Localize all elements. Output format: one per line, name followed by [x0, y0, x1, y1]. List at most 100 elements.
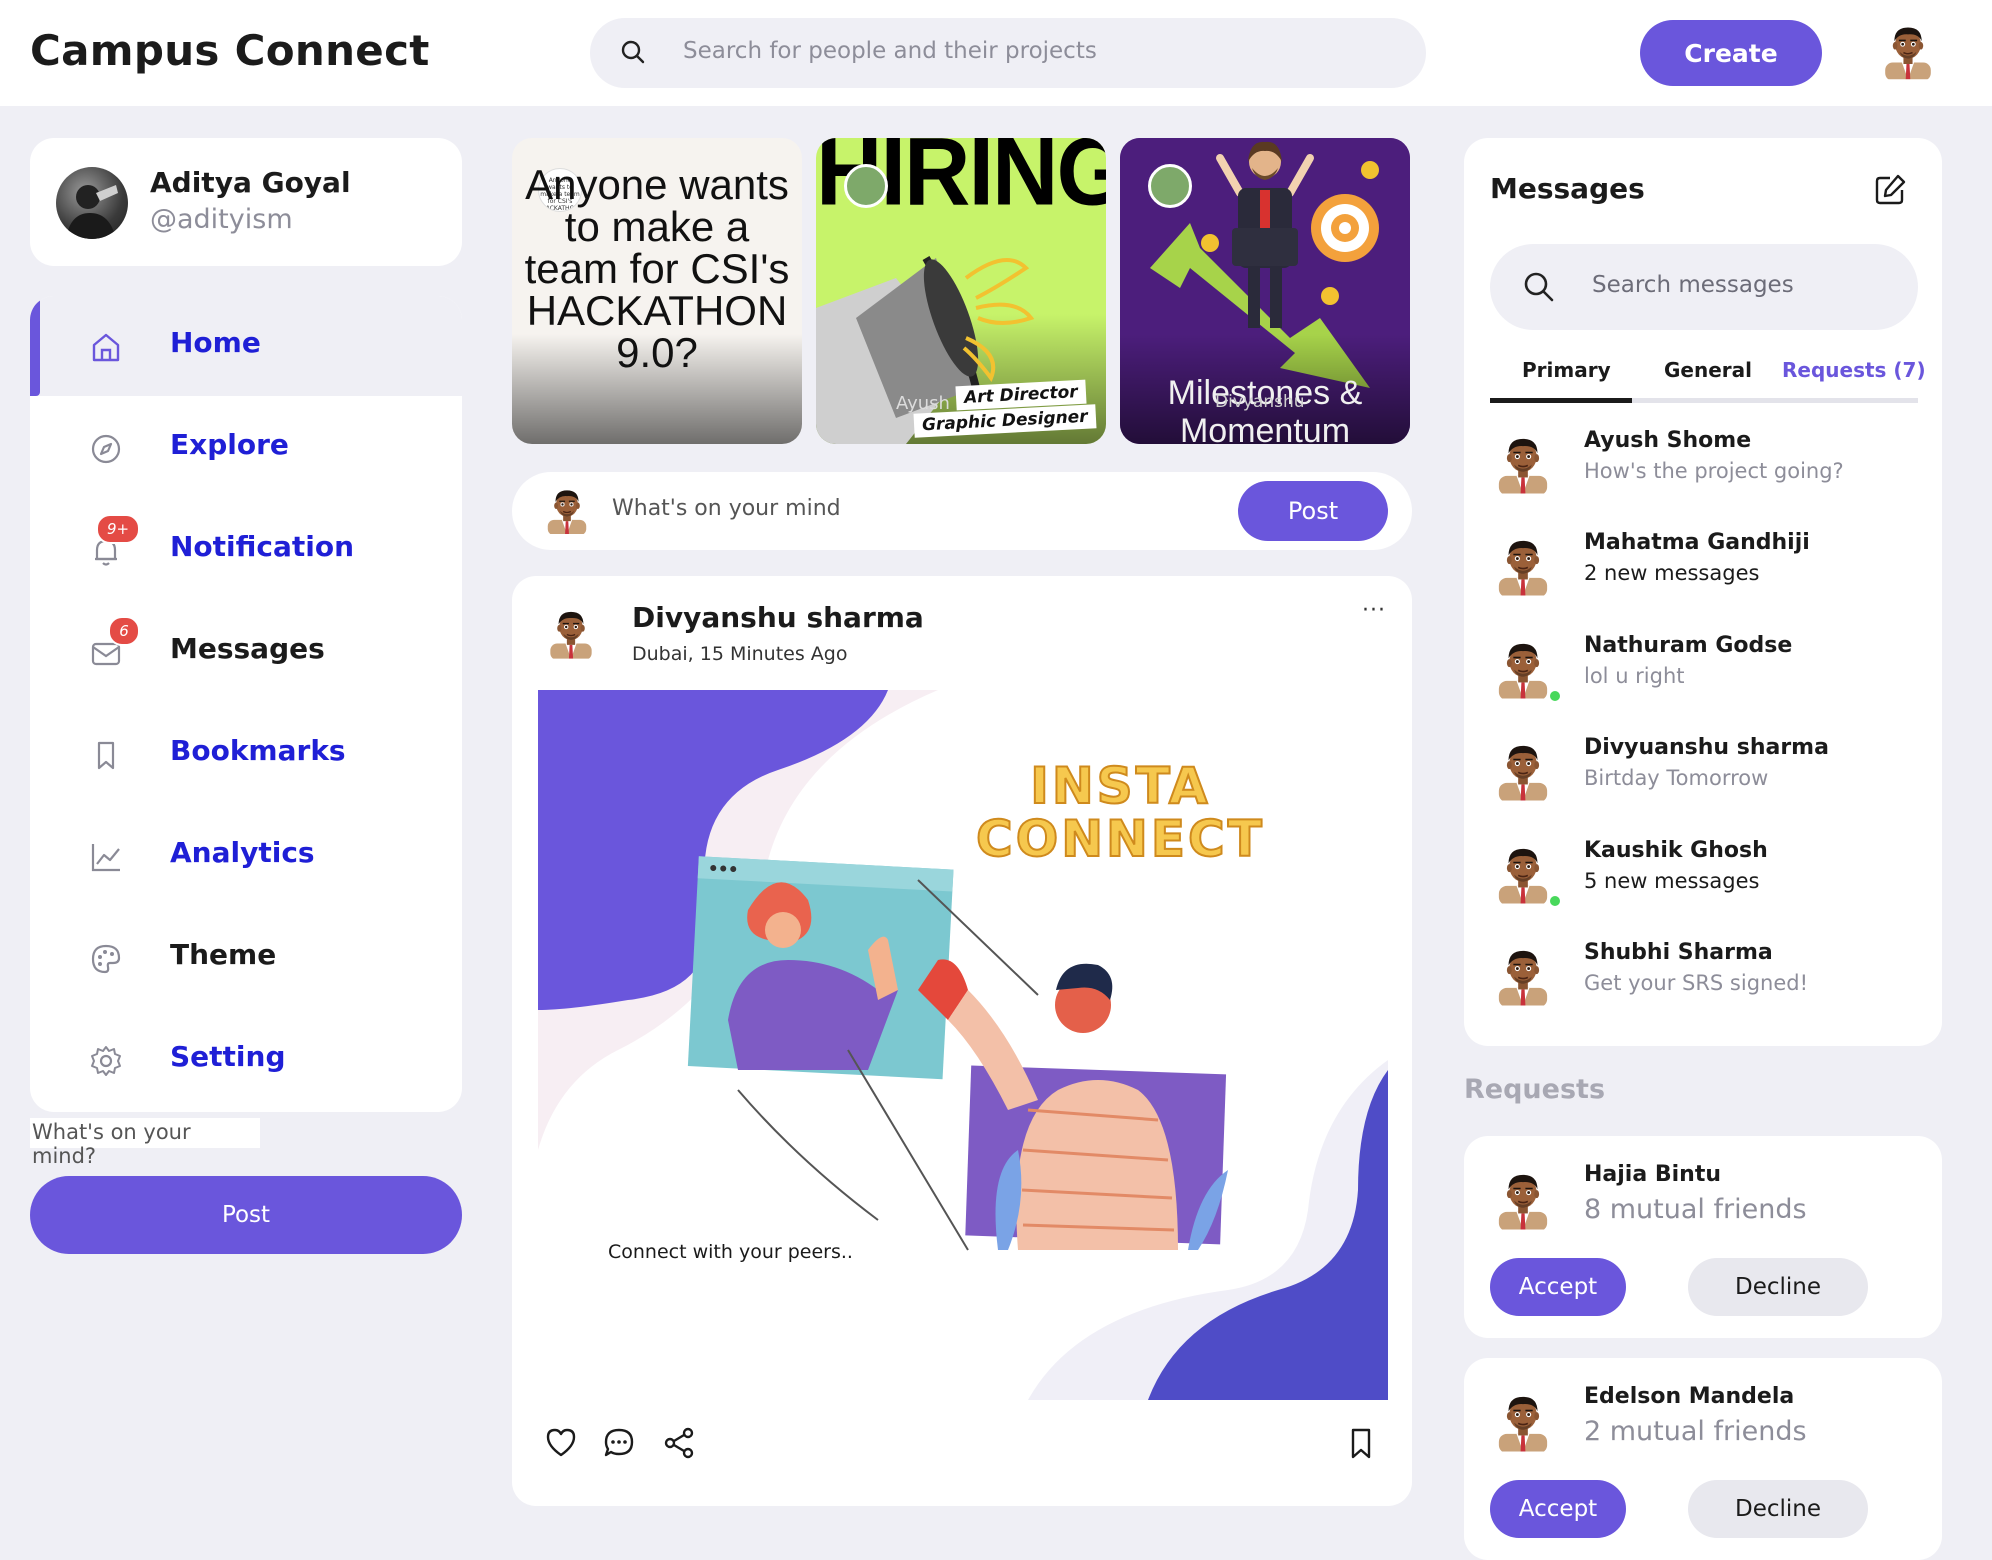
message-row[interactable]: Ayush Shome How's the project going? — [1490, 422, 1920, 512]
post-more-button[interactable]: ··· — [1362, 598, 1386, 623]
profile-card[interactable]: Aditya Goyal @adityism — [30, 138, 462, 266]
message-preview: 2 new messages — [1584, 561, 1760, 585]
tab-requests[interactable]: Requests (7) — [1782, 358, 1926, 382]
sidebar-item-label: Analytics — [170, 836, 315, 869]
edit-icon[interactable] — [1872, 172, 1908, 212]
search-icon — [1522, 270, 1556, 308]
compass-icon — [88, 431, 124, 467]
request-mutual: 2 mutual friends — [1584, 1416, 1807, 1447]
avatar — [1490, 729, 1556, 811]
messages-panel: Messages Search messages Primary General… — [1464, 138, 1942, 1046]
avatar — [1490, 832, 1556, 914]
share-icon[interactable] — [662, 1426, 696, 1464]
sidebar-item-theme[interactable]: Theme — [30, 908, 462, 1008]
create-button[interactable]: Create — [1640, 20, 1822, 86]
composer-input[interactable]: What's on your mind — [612, 496, 841, 521]
message-sender: Divyuanshu sharma — [1584, 735, 1829, 760]
sidebar-nav: Home Explore 9+ Notification 6 Messages … — [30, 296, 462, 1112]
bookmark-icon[interactable] — [1344, 1426, 1378, 1464]
composer-avatar — [540, 480, 594, 542]
request-mutual: 8 mutual friends — [1584, 1194, 1807, 1225]
story-card[interactable]: Anyone wants to make a team for CSI's HA… — [512, 138, 802, 444]
avatar — [1490, 1158, 1556, 1240]
post-meta: Dubai, 15 Minutes Ago — [632, 643, 848, 665]
request-name: Hajia Bintu — [1584, 1162, 1721, 1187]
app-logo[interactable]: Campus Connect — [30, 26, 430, 75]
sidebar-item-messages[interactable]: 6 Messages — [30, 602, 462, 702]
comment-icon[interactable] — [602, 1426, 636, 1464]
message-sender: Mahatma Gandhiji — [1584, 530, 1810, 555]
message-sender: Kaushik Ghosh — [1584, 838, 1768, 863]
left-composer-label[interactable]: What's on your mind? — [30, 1118, 260, 1168]
composer-post-button[interactable]: Post — [1238, 481, 1388, 541]
palette-icon — [88, 941, 124, 977]
decline-button[interactable]: Decline — [1688, 1480, 1868, 1538]
sidebar-item-analytics[interactable]: Analytics — [30, 806, 462, 906]
story-text: Anyone wants to make a team for CSI's HA… — [524, 161, 790, 376]
profile-photo — [56, 167, 128, 239]
tab-active-underline — [1490, 398, 1632, 403]
post-author-name[interactable]: Divyanshu sharma — [632, 601, 924, 634]
message-preview: lol u right — [1584, 664, 1685, 688]
sidebar-item-label: Explore — [170, 428, 289, 461]
message-preview: How's the project going? — [1584, 459, 1844, 483]
search-placeholder: Search for people and their projects — [683, 38, 1097, 64]
post-image-title-2: CONNECT — [975, 809, 1265, 868]
profile-name: Aditya Goyal — [150, 166, 351, 199]
bookmark-icon — [88, 737, 124, 773]
online-indicator — [1548, 894, 1562, 908]
post-image-title-1: INSTA — [1029, 757, 1211, 815]
message-row[interactable]: Nathuram Godse lol u right — [1490, 627, 1920, 717]
sidebar-item-label: Bookmarks — [170, 734, 346, 767]
message-preview: 5 new messages — [1584, 869, 1760, 893]
global-search-input[interactable]: Search for people and their projects — [590, 18, 1426, 88]
story-card[interactable]: Milestones & Momentum Divyanshu — [1120, 138, 1410, 444]
message-search-placeholder: Search messages — [1592, 272, 1794, 298]
story-card[interactable]: HIRING Ayush Art Director Graphic Design… — [816, 138, 1106, 444]
feed-post: Divyanshu sharma Dubai, 15 Minutes Ago ·… — [512, 576, 1412, 1506]
accept-button[interactable]: Accept — [1490, 1258, 1626, 1316]
message-sender: Shubhi Sharma — [1584, 940, 1773, 965]
sidebar-item-label: Notification — [170, 530, 355, 563]
online-indicator — [1548, 689, 1562, 703]
message-search-input[interactable]: Search messages — [1490, 244, 1918, 330]
avatar — [1490, 524, 1556, 606]
home-icon — [88, 329, 124, 365]
notification-badge: 9+ — [96, 514, 140, 544]
message-row[interactable]: Shubhi Sharma Get your SRS signed! — [1490, 934, 1920, 1024]
post-image-title: INSTA CONNECT — [975, 757, 1265, 868]
post-image: INSTA CONNECT Connect with your peers.. — [538, 690, 1388, 1400]
sidebar-item-bookmarks[interactable]: Bookmarks — [30, 704, 462, 804]
story-overlay-name: Ayush — [896, 393, 950, 414]
message-row[interactable]: Mahatma Gandhiji 2 new messages — [1490, 524, 1920, 614]
post-author-avatar[interactable] — [542, 598, 600, 670]
message-row[interactable]: Divyuanshu sharma Birtday Tomorrow — [1490, 729, 1920, 819]
profile-handle: @adityism — [150, 204, 293, 235]
messages-badge: 6 — [108, 616, 140, 646]
sidebar-item-label: Home — [170, 326, 261, 359]
story-avatar — [844, 164, 888, 208]
story-avatar — [1148, 164, 1192, 208]
accept-button[interactable]: Accept — [1490, 1480, 1626, 1538]
tab-general[interactable]: General — [1664, 358, 1752, 382]
sidebar-item-label: Theme — [170, 938, 277, 971]
heart-icon[interactable] — [544, 1426, 578, 1464]
sidebar-item-notification[interactable]: 9+ Notification — [30, 500, 462, 600]
left-post-button[interactable]: Post — [30, 1176, 462, 1254]
request-name: Edelson Mandela — [1584, 1384, 1795, 1409]
sidebar-item-home[interactable]: Home — [30, 296, 462, 396]
story-overlay-name: Divyanshu — [1215, 392, 1305, 412]
sidebar-item-explore[interactable]: Explore — [30, 398, 462, 498]
requests-title: Requests — [1464, 1074, 1606, 1105]
messages-title: Messages — [1490, 172, 1645, 205]
avatar — [1490, 1380, 1556, 1462]
user-avatar[interactable] — [1876, 14, 1940, 90]
message-preview: Birtday Tomorrow — [1584, 766, 1769, 790]
post-caption: Connect with your peers.. — [608, 1241, 853, 1263]
message-row[interactable]: Kaushik Ghosh 5 new messages — [1490, 832, 1920, 922]
decline-button[interactable]: Decline — [1688, 1258, 1868, 1316]
tab-primary[interactable]: Primary — [1522, 358, 1611, 382]
avatar — [1490, 422, 1556, 504]
post-composer: What's on your mind Post — [512, 472, 1412, 550]
sidebar-item-setting[interactable]: Setting — [30, 1010, 462, 1110]
